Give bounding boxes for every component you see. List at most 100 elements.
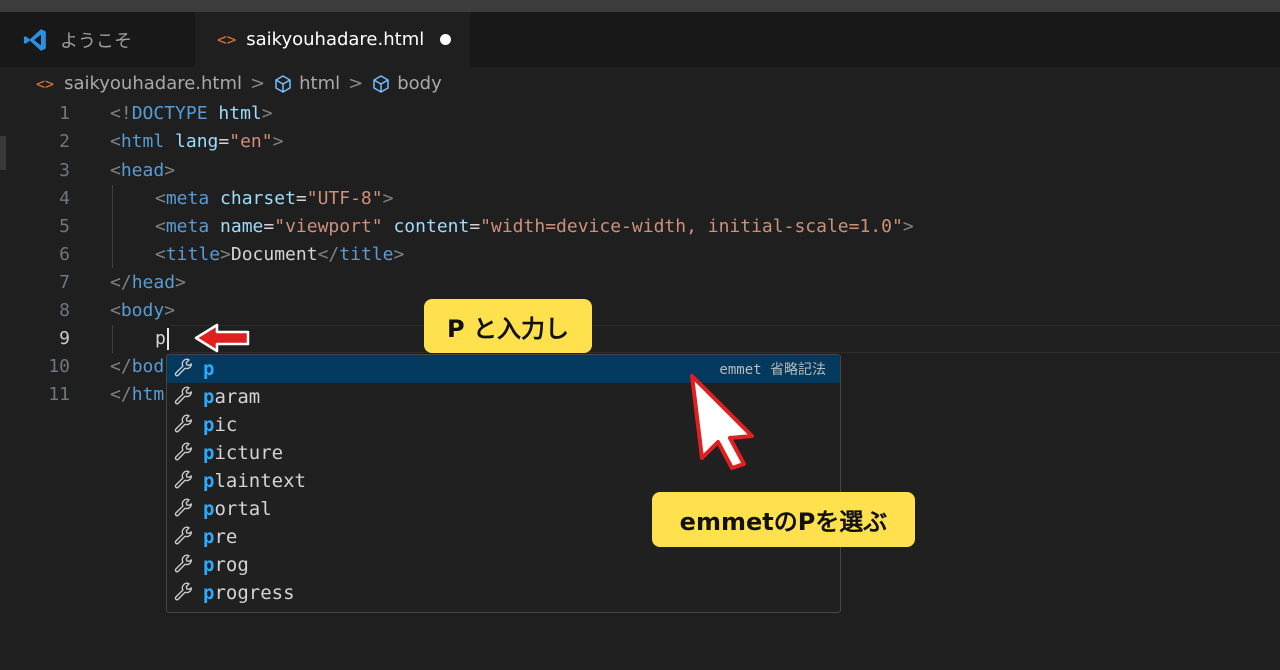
title-bar-strip bbox=[0, 0, 1280, 12]
suggestion-item[interactable]: progress bbox=[167, 579, 840, 607]
token: body bbox=[120, 300, 165, 321]
html-file-icon: <> bbox=[217, 30, 237, 49]
scroll-indicator bbox=[0, 136, 6, 170]
token: "UTF-8" bbox=[306, 188, 383, 209]
line-number: 7 bbox=[59, 272, 70, 293]
token: html bbox=[218, 103, 262, 124]
token: </ bbox=[110, 272, 132, 293]
code-line-10: </bod bbox=[110, 353, 164, 381]
breadcrumb-html[interactable]: html bbox=[299, 73, 340, 94]
tab-bar: ようこそ <> saikyouhadare.html bbox=[0, 12, 1280, 67]
token: charset bbox=[220, 188, 296, 209]
token: > bbox=[393, 244, 405, 265]
token: < bbox=[155, 244, 166, 265]
line-number: 4 bbox=[59, 188, 70, 209]
token: head bbox=[131, 272, 176, 293]
token: content bbox=[393, 216, 470, 237]
suggestion-label: prog bbox=[203, 554, 249, 576]
token: Document bbox=[230, 244, 318, 265]
code-line-3: <head> bbox=[110, 157, 175, 185]
token: > bbox=[175, 272, 186, 293]
tab-saikyouhadare-label: saikyouhadare.html bbox=[246, 29, 425, 50]
red-arrow-icon bbox=[194, 323, 250, 353]
token: name bbox=[220, 216, 264, 237]
breadcrumb: <> saikyouhadare.html > html > body bbox=[0, 67, 1280, 100]
tab-saikyouhadare[interactable]: <> saikyouhadare.html bbox=[195, 12, 470, 67]
code-line-5: <meta name="viewport" content="width=dev… bbox=[155, 213, 914, 241]
token: title bbox=[165, 244, 221, 265]
wrench-icon bbox=[174, 526, 193, 545]
suggestion-label: progress bbox=[203, 582, 295, 604]
code-line-4: <meta charset="UTF-8"> bbox=[155, 185, 393, 213]
token: "viewport" bbox=[274, 216, 383, 237]
tab-welcome[interactable]: ようこそ bbox=[8, 12, 193, 67]
token: head bbox=[120, 160, 165, 181]
token: < bbox=[110, 160, 121, 181]
suggestion-label: picture bbox=[203, 442, 284, 464]
token: > bbox=[261, 103, 273, 124]
line-number: 5 bbox=[59, 216, 70, 237]
token: > bbox=[164, 300, 176, 321]
indent-guide bbox=[112, 185, 113, 268]
annotation-callout-select-emmet: emmetのPを選ぶ bbox=[652, 492, 915, 547]
token: DOCTYPE bbox=[131, 103, 208, 124]
token: title bbox=[339, 244, 394, 265]
annotation-callout-type-p: P と入力し bbox=[424, 299, 592, 353]
token: html bbox=[120, 131, 165, 152]
line-number: 3 bbox=[59, 160, 70, 181]
token: bod bbox=[131, 356, 165, 377]
suggestion-label: plaintext bbox=[203, 470, 306, 492]
text-cursor bbox=[167, 328, 169, 350]
token: > bbox=[272, 131, 284, 152]
breadcrumb-body[interactable]: body bbox=[397, 73, 442, 94]
code-line-9: p bbox=[155, 325, 166, 353]
code-line-2: <html lang="en"> bbox=[110, 128, 283, 156]
wrench-icon bbox=[174, 442, 193, 461]
line-number-active: 9 bbox=[59, 328, 70, 349]
token: > bbox=[220, 244, 231, 265]
line-number: 11 bbox=[48, 384, 70, 405]
token: </ bbox=[110, 356, 132, 377]
token: = bbox=[263, 216, 275, 237]
token: htm bbox=[131, 384, 165, 405]
mouse-pointer-icon bbox=[690, 374, 754, 470]
wrench-icon bbox=[174, 554, 193, 573]
code-line-6: <title>Document</title> bbox=[155, 241, 404, 269]
suggestion-label: pic bbox=[203, 414, 238, 436]
token: > bbox=[382, 188, 394, 209]
html-file-icon: <> bbox=[36, 74, 55, 93]
token: "width=device-width, initial-scale=1.0" bbox=[480, 216, 903, 237]
line-number: 8 bbox=[59, 300, 70, 321]
suggestion-item[interactable]: prog bbox=[167, 551, 840, 579]
token: </ bbox=[317, 244, 340, 265]
breadcrumb-file[interactable]: saikyouhadare.html bbox=[64, 73, 242, 94]
cube-icon bbox=[373, 74, 389, 93]
suggestion-item[interactable]: plaintext bbox=[167, 467, 840, 495]
suggestion-label: p bbox=[203, 358, 215, 380]
token: < bbox=[110, 131, 121, 152]
line-number: 6 bbox=[59, 244, 70, 265]
line-number: 1 bbox=[59, 103, 70, 124]
token: "en" bbox=[229, 131, 273, 152]
unsaved-dot-icon[interactable] bbox=[440, 34, 452, 45]
token: p bbox=[155, 328, 166, 349]
token: < bbox=[110, 300, 121, 321]
suggestion-label: portal bbox=[203, 498, 272, 520]
tab-welcome-label: ようこそ bbox=[60, 30, 132, 52]
token: lang bbox=[175, 131, 219, 152]
token: meta bbox=[165, 188, 210, 209]
indent-guide bbox=[112, 325, 113, 353]
line-number: 2 bbox=[59, 131, 70, 152]
vscode-logo-icon bbox=[23, 28, 46, 51]
token: </ bbox=[110, 384, 132, 405]
token: <! bbox=[110, 103, 132, 124]
token: = bbox=[295, 188, 307, 209]
suggestion-label: pre bbox=[203, 526, 238, 548]
wrench-icon bbox=[174, 582, 193, 601]
line-number: 10 bbox=[48, 356, 70, 377]
wrench-icon bbox=[174, 386, 193, 405]
suggestion-label: param bbox=[203, 386, 261, 408]
token: < bbox=[155, 216, 166, 237]
code-line-1: <!DOCTYPE html> bbox=[110, 100, 273, 128]
chevron-right-icon: > bbox=[348, 73, 364, 94]
